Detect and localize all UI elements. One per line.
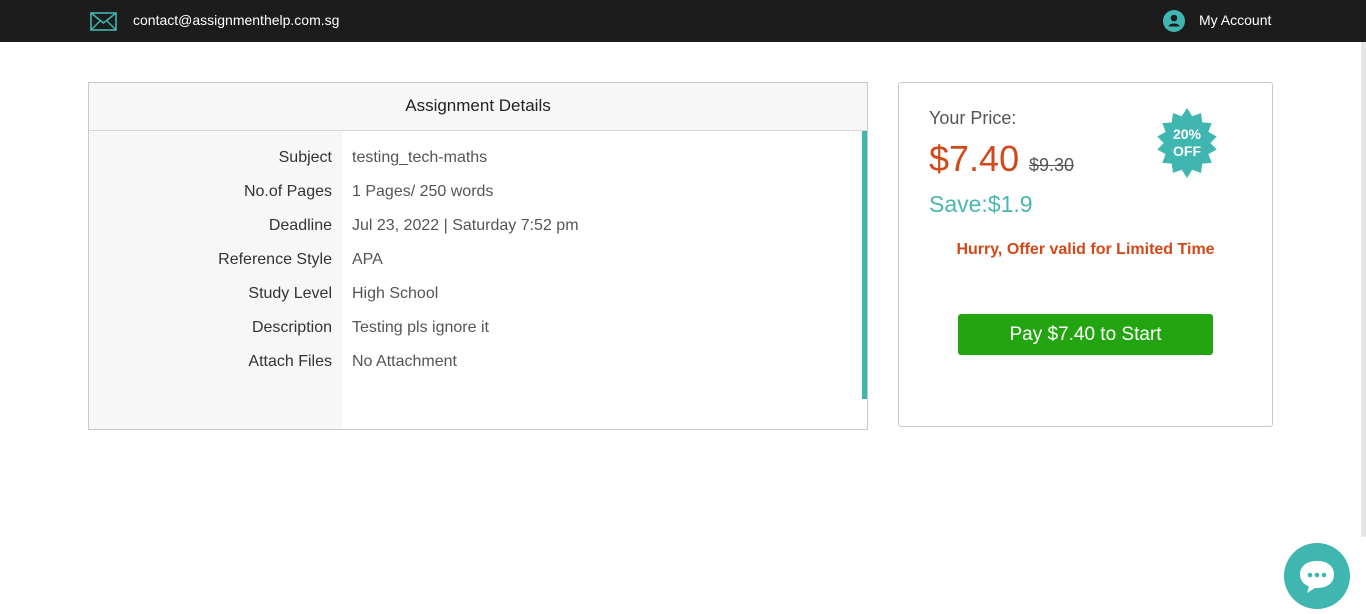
save-amount: Save:$1.9: [929, 191, 1033, 217]
chat-bubble-icon: [1300, 561, 1334, 593]
assignment-details-title: Assignment Details: [89, 83, 867, 131]
page-scrollbar[interactable]: [1361, 42, 1366, 537]
user-icon[interactable]: [1163, 10, 1185, 32]
assignment-details-body: Subject testing_tech-maths No.of Pages 1…: [89, 131, 867, 429]
detail-value: High School: [352, 285, 439, 302]
detail-row-reference-style: Reference Style APA: [89, 251, 829, 275]
detail-value: Testing pls ignore it: [352, 319, 489, 336]
detail-label: No.of Pages: [243, 183, 332, 200]
discount-off: OFF: [1173, 143, 1201, 159]
offer-notice: Hurry, Offer valid for Limited Time: [956, 241, 1215, 258]
chat-button[interactable]: [1284, 543, 1350, 609]
mail-icon: [90, 12, 117, 31]
pay-button[interactable]: Pay $7.40 to Start: [958, 314, 1213, 355]
panel-scrollbar[interactable]: [862, 131, 867, 399]
detail-value: APA: [352, 251, 383, 268]
detail-label: Attach Files: [248, 353, 332, 370]
discount-percent: 20%: [1172, 126, 1202, 142]
contact-email-link[interactable]: contact@assignmenthelp.com.sg: [133, 12, 339, 28]
top-bar: contact@assignmenthelp.com.sg My Account: [0, 0, 1366, 42]
label-column: [89, 131, 342, 429]
detail-value: 1 Pages/ 250 words: [352, 183, 494, 200]
detail-value: Jul 23, 2022 | Saturday 7:52 pm: [352, 217, 579, 234]
detail-row-description: Description Testing pls ignore it: [89, 319, 829, 343]
detail-row-pages: No.of Pages 1 Pages/ 250 words: [89, 183, 829, 207]
my-account-link[interactable]: My Account: [1199, 12, 1271, 28]
your-price-label: Your Price:: [929, 108, 1017, 128]
price-panel: Your Price: $7.40 $9.30 Save:$1.9 20% OF…: [898, 82, 1273, 427]
detail-label: Study Level: [248, 285, 332, 302]
assignment-details-panel: Assignment Details Subject testing_tech-…: [88, 82, 868, 430]
current-price: $7.40: [929, 138, 1020, 179]
detail-row-subject: Subject testing_tech-maths: [89, 149, 829, 173]
detail-label: Description: [251, 319, 332, 336]
detail-row-deadline: Deadline Jul 23, 2022 | Saturday 7:52 pm: [89, 217, 829, 241]
detail-label: Reference Style: [218, 251, 332, 268]
detail-label: Deadline: [268, 217, 332, 234]
detail-value: No Attachment: [352, 353, 457, 370]
detail-value: testing_tech-maths: [352, 149, 488, 166]
discount-badge-text: 20% OFF: [1152, 126, 1222, 160]
detail-row-study-level: Study Level High School: [89, 285, 829, 309]
original-price: $9.30: [1029, 155, 1075, 175]
detail-label: Subject: [278, 149, 332, 166]
detail-row-attach-files: Attach Files No Attachment: [89, 353, 829, 377]
